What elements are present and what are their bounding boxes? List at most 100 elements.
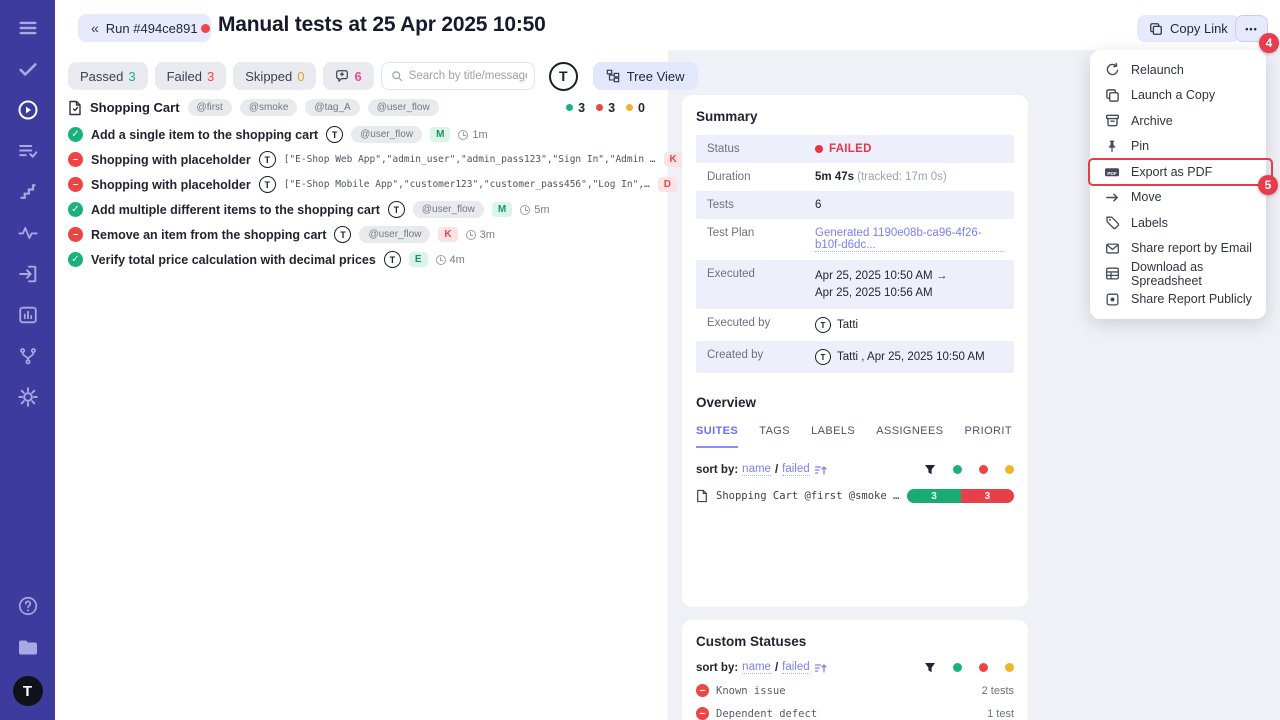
test-row[interactable]: ✓ Verify total price calculation with de… [68, 247, 668, 272]
tab-priority[interactable]: PRIORIT [965, 425, 1012, 448]
passed-filter-chip[interactable]: Passed 3 [68, 62, 148, 90]
suite-tag[interactable]: @tag_A [305, 99, 359, 116]
test-row[interactable]: ✓ Add a single item to the shopping cart… [68, 122, 668, 147]
test-row[interactable]: – Shopping with placeholder T ["E-Shop M… [68, 172, 668, 197]
suite-tag[interactable]: @smoke [240, 99, 298, 116]
sort-by-label: sort by: [696, 662, 738, 674]
skipped-dot[interactable] [1005, 663, 1014, 672]
settings-gear-icon[interactable] [16, 385, 40, 409]
test-tag[interactable]: @user_flow [413, 201, 484, 218]
testomat-logo-icon[interactable]: T [549, 62, 578, 91]
menu-item-pin[interactable]: Pin [1090, 134, 1266, 160]
pulse-icon[interactable] [16, 221, 40, 245]
test-list: ✓ Add a single item to the shopping cart… [68, 122, 668, 272]
failed-filter-chip[interactable]: Failed 3 [155, 62, 227, 90]
failed-dot[interactable] [979, 465, 988, 474]
tab-suites[interactable]: SUITES [696, 425, 738, 448]
funnel-filter-icon[interactable] [924, 662, 936, 674]
summary-row-status: Status FAILED [696, 135, 1014, 163]
menu-item-archive[interactable]: Archive [1090, 108, 1266, 134]
test-title: Remove an item from the shopping cart [91, 228, 326, 242]
failed-status-icon: – [68, 177, 83, 192]
menu-item-export-as-pdf[interactable]: PDF Export as PDF [1090, 159, 1266, 185]
analytics-icon[interactable] [16, 303, 40, 327]
sort-failed-link[interactable]: failed [782, 463, 810, 476]
sort-direction-icon[interactable] [814, 662, 827, 674]
tree-view-button[interactable]: Tree View [593, 62, 698, 90]
overview-suite-row[interactable]: Shopping Cart @first @smoke … 3 3 [696, 489, 1014, 503]
avatar-letter: T [23, 683, 32, 700]
menu-item-launch-a-copy[interactable]: Launch a Copy [1090, 83, 1266, 109]
menu-icon[interactable] [16, 16, 40, 40]
projects-folder-icon[interactable] [16, 635, 40, 659]
passed-dot[interactable] [953, 465, 962, 474]
user-avatar-logo[interactable]: T [13, 676, 43, 706]
failed-status-icon: – [68, 152, 83, 167]
skipped-filter-chip[interactable]: Skipped 0 [233, 62, 316, 90]
sort-direction-icon[interactable] [814, 464, 827, 476]
executed-by-value: TTatti [815, 317, 858, 333]
test-row[interactable]: – Shopping with placeholder T ["E-Shop W… [68, 147, 668, 172]
clock-icon [466, 230, 476, 240]
suite-tag[interactable]: @first [188, 99, 232, 116]
help-icon[interactable] [16, 594, 40, 618]
test-plans-icon[interactable] [16, 139, 40, 163]
relaunch-icon [1104, 62, 1120, 78]
custom-status-count: 1 test [987, 708, 1014, 720]
test-row[interactable]: – Remove an item from the shopping cart … [68, 222, 668, 247]
test-plan-link[interactable]: Generated 1190e08b-ca96-4f26-b10f-d6dc..… [815, 227, 1003, 252]
comment-icon [335, 69, 349, 83]
menu-item-share-report-by-email[interactable]: Share report by Email [1090, 236, 1266, 262]
failed-dot[interactable] [979, 663, 988, 672]
file-icon [68, 100, 82, 116]
comments-filter-chip[interactable]: 6 [323, 62, 373, 90]
menu-item-labels[interactable]: Labels [1090, 210, 1266, 236]
user-avatar-icon: T [815, 349, 831, 365]
summary-rows: Status FAILED Duration 5m 47s (tracked: … [696, 135, 1014, 373]
test-tag[interactable]: @user_flow [359, 226, 430, 243]
tab-assignees[interactable]: ASSIGNEES [876, 425, 943, 448]
test-duration: 1m [458, 129, 487, 141]
skipped-dot [626, 104, 633, 111]
menu-item-relaunch[interactable]: Relaunch [1090, 57, 1266, 83]
menu-item-share-report-publicly[interactable]: Share Report Publicly [1090, 287, 1266, 313]
suite-header-row[interactable]: Shopping Cart @first @smoke @tag_A @user… [68, 99, 645, 116]
share-publicly-icon [1104, 291, 1120, 307]
custom-status-row[interactable]: – Known issue 2 tests [696, 684, 1014, 697]
sort-name-link[interactable]: name [742, 661, 771, 674]
sort-failed-link[interactable]: failed [782, 661, 810, 674]
overview-tabs: SUITES TAGS LABELS ASSIGNEES PRIORIT [696, 425, 1014, 448]
test-row[interactable]: ✓ Add multiple different items to the sh… [68, 197, 668, 222]
back-to-run-button[interactable]: « Run #494ce891 [78, 14, 211, 42]
search-box[interactable] [381, 62, 535, 90]
testomat-mini-icon: T [259, 151, 276, 168]
import-icon[interactable] [16, 262, 40, 286]
test-tag[interactable]: @user_flow [351, 126, 422, 143]
menu-item-label: Archive [1131, 114, 1173, 128]
custom-statuses-title: Custom Statuses [696, 634, 1014, 649]
suite-tag[interactable]: @user_flow [368, 99, 439, 116]
pin-icon [1104, 138, 1120, 154]
passed-dot[interactable] [953, 663, 962, 672]
runs-play-icon[interactable] [16, 98, 40, 122]
tab-labels[interactable]: LABELS [811, 425, 855, 448]
sort-by-label: sort by: [696, 464, 738, 476]
row-label: Status [707, 143, 815, 155]
row-label: Tests [707, 199, 815, 211]
sort-separator: / [775, 464, 778, 476]
menu-item-label: Download as Spreadsheet [1131, 260, 1252, 288]
menu-item-move[interactable]: Move [1090, 185, 1266, 211]
tests-check-icon[interactable] [16, 57, 40, 81]
skipped-dot[interactable] [1005, 465, 1014, 474]
search-input[interactable] [409, 70, 527, 82]
skipped-count: 0 [297, 69, 304, 84]
menu-item-download-as-spreadsheet[interactable]: Download as Spreadsheet [1090, 261, 1266, 287]
custom-status-row[interactable]: – Dependent defect 1 test [696, 707, 1014, 720]
copy-link-button[interactable]: Copy Link [1137, 15, 1240, 42]
funnel-filter-icon[interactable] [924, 464, 936, 476]
skipped-label: Skipped [245, 69, 292, 84]
sort-name-link[interactable]: name [742, 463, 771, 476]
steps-icon[interactable] [16, 180, 40, 204]
branch-icon[interactable] [16, 344, 40, 368]
tab-tags[interactable]: TAGS [759, 425, 790, 448]
